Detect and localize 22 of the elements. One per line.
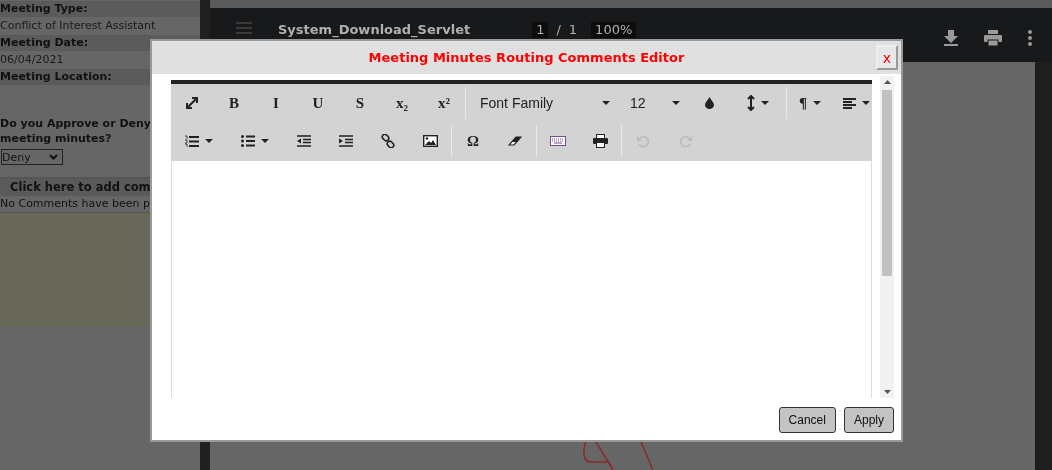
field-value: 06/04/2021 xyxy=(0,52,65,68)
question-text: Do you Approve or Deny meeting minutes? xyxy=(0,116,151,146)
toolbar-button[interactable]: B xyxy=(213,87,255,119)
document-title: System_Download_Servlet xyxy=(278,22,471,38)
dialog-button[interactable]: Apply xyxy=(843,407,894,433)
toolbar-button[interactable]: Ω xyxy=(452,125,494,157)
toolbar-button[interactable]: x² xyxy=(423,87,465,119)
toolbar-split-button[interactable]: ¶ xyxy=(787,87,833,119)
field-label: Meeting Type: xyxy=(0,1,200,17)
toolbar-button[interactable]: x₂ xyxy=(381,87,423,119)
toolbar-button[interactable]: I xyxy=(255,87,297,119)
dialog-button[interactable]: Cancel xyxy=(778,407,836,433)
page-count: 1 xyxy=(568,22,578,38)
page-separator: / xyxy=(556,22,561,38)
toolbar-button[interactable]: U xyxy=(297,87,339,119)
field-value: Conflict of Interest Assistant xyxy=(0,18,157,34)
font-family-dropdown[interactable]: Font Family xyxy=(466,87,618,119)
font-size-dropdown[interactable]: 12 xyxy=(618,87,688,119)
toolbar-button[interactable]: S xyxy=(339,87,381,119)
zoom-field[interactable]: 100% xyxy=(591,22,637,38)
page-number-field[interactable]: 1 xyxy=(532,22,549,38)
dialog-title: Meeting Minutes Routing Comments Editor xyxy=(368,50,685,65)
